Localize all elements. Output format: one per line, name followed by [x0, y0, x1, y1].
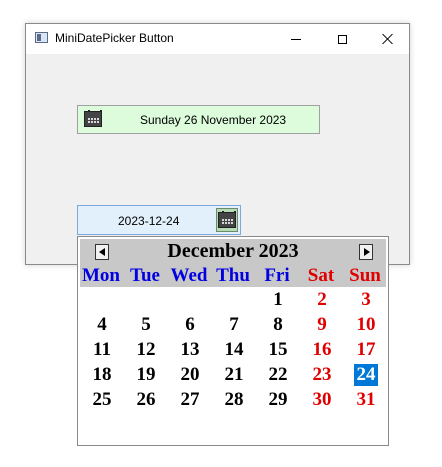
calendar-day[interactable]: 17 [354, 339, 378, 361]
calendar-day[interactable]: 8 [266, 314, 290, 336]
calendar-day[interactable]: 22 [266, 364, 290, 386]
month-title: December 2023 [167, 240, 299, 262]
calendar-day[interactable]: 25 [90, 389, 114, 411]
calendar-day[interactable]: 1 [266, 289, 290, 311]
date-picker-short-value: 2023-12-24 [118, 214, 180, 228]
calendar-day[interactable]: 31 [354, 389, 378, 411]
calendar-day[interactable]: 14 [222, 339, 246, 361]
weekday-label: Tue [130, 265, 160, 286]
window-title: MiniDatePicker Button [55, 31, 174, 45]
weekday-label: Sat [307, 265, 335, 286]
calendar-day[interactable]: 13 [178, 339, 202, 361]
date-picker-short[interactable]: 2023-12-24 [77, 205, 241, 235]
weekday-label: Wed [170, 265, 208, 286]
calendar-day[interactable]: 26 [134, 389, 158, 411]
weekday-label: Sun [349, 265, 381, 286]
calendar-day[interactable]: 28 [222, 389, 246, 411]
weekday-label: Mon [82, 265, 120, 286]
arrow-right-icon [364, 248, 370, 256]
close-icon [382, 33, 394, 45]
calendar-dropdown-button[interactable] [216, 208, 238, 232]
calendar-day[interactable]: 27 [178, 389, 202, 411]
calendar-day[interactable]: 7 [222, 314, 246, 336]
date-picker-long[interactable]: Sunday 26 November 2023 [77, 105, 320, 134]
calendar-day[interactable]: 6 [178, 314, 202, 336]
weekday-header-row: Mon Tue Wed Thu Fri Sat Sun [80, 265, 386, 287]
calendar-day[interactable]: 18 [90, 364, 114, 386]
calendar-day[interactable]: 15 [266, 339, 290, 361]
weekday-label: Fri [264, 265, 290, 286]
calendar-day[interactable]: 30 [310, 389, 334, 411]
date-picker-long-value: Sunday 26 November 2023 [140, 113, 287, 127]
calendar-day[interactable]: 3 [354, 289, 378, 311]
minimize-icon [291, 38, 301, 40]
close-button[interactable] [365, 24, 411, 54]
minimize-button[interactable] [273, 24, 319, 54]
maximize-icon [337, 34, 347, 44]
calendar-icon[interactable] [84, 110, 102, 127]
calendar-day[interactable]: 20 [178, 364, 202, 386]
app-icon [35, 32, 48, 43]
calendar-day[interactable]: 24 [354, 364, 378, 386]
calendar-day[interactable]: 23 [310, 364, 334, 386]
calendar-day[interactable]: 16 [310, 339, 334, 361]
calendar-popup: December 2023 Mon Tue Wed Thu Fri Sat Sun 1234… [77, 236, 389, 446]
calendar-day[interactable]: 29 [266, 389, 290, 411]
calendar-day[interactable]: 10 [354, 314, 378, 336]
calendar-icon [218, 211, 236, 228]
title-bar[interactable]: MiniDatePicker Button [26, 24, 409, 54]
calendar-day[interactable]: 5 [134, 314, 158, 336]
calendar-header: December 2023 [80, 239, 386, 265]
maximize-button[interactable] [319, 24, 365, 54]
calendar-day[interactable]: 9 [310, 314, 334, 336]
next-month-button[interactable] [359, 244, 373, 260]
weekday-label: Thu [216, 265, 250, 286]
calendar-day[interactable]: 12 [134, 339, 158, 361]
calendar-day[interactable]: 21 [222, 364, 246, 386]
calendar-day[interactable]: 19 [134, 364, 158, 386]
calendar-day[interactable]: 11 [90, 339, 114, 361]
calendar-day[interactable]: 2 [310, 289, 334, 311]
calendar-day[interactable]: 4 [90, 314, 114, 336]
